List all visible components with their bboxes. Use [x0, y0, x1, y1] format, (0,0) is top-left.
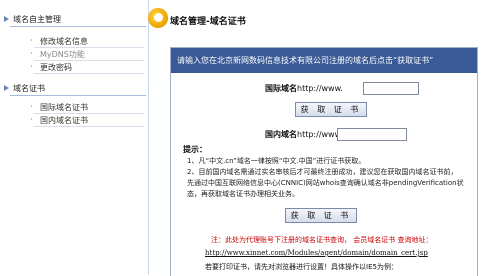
item-separator: [34, 73, 144, 74]
sidebar-section-label: 域名证书: [13, 84, 45, 93]
item-separator: [34, 126, 144, 127]
intl-domain-label-text: 国际域名: [265, 84, 297, 93]
arrow-right-icon: [4, 85, 9, 91]
item-separator: [34, 47, 144, 48]
tips-heading: 提示：: [183, 145, 207, 154]
intl-domain-label: 国际域名http://www.: [265, 83, 343, 94]
sidebar-divider: [148, 0, 149, 275]
logo-inner: [154, 13, 163, 22]
sidebar-item-label: 更改密码: [40, 63, 72, 72]
bullet-icon: ·: [30, 49, 33, 58]
section-underline: [10, 26, 146, 27]
tip-line: 2、目前国内域名需通过实名审核后才可最终注册成功，建议您在获取国内域名证书前，: [187, 168, 458, 176]
item-separator: [34, 60, 144, 61]
get-cn-certificate-button[interactable]: 获 取 证 书: [285, 208, 357, 223]
sidebar-item-cn-certificate[interactable]: · 国内域名证书: [30, 115, 88, 126]
sidebar-section-domain-management[interactable]: 域名自主管理: [2, 13, 146, 27]
agent-notice-text: 注：此处为代理账号下注册的域名证书查询， 会员域名证书 查询地址：: [211, 236, 433, 244]
intl-domain-prefix: http://www.: [297, 84, 343, 93]
sidebar-item-modify-domain-info[interactable]: · 修改域名信息: [30, 36, 88, 47]
bullet-icon: ·: [30, 62, 33, 71]
item-separator: [34, 113, 144, 114]
instruction-banner: 请输入您在北京新网数码信息技术有限公司注册的域名后点击“获取证书”: [171, 48, 477, 73]
sidebar-item-label: MyDNS功能: [40, 50, 85, 59]
sidebar-item-change-password[interactable]: · 更改密码: [30, 62, 72, 73]
banner-text: 请输入您在北京新网数码信息技术有限公司注册的域名后点击“获取证书”: [177, 56, 434, 65]
sidebar-item-mydns[interactable]: · MyDNS功能: [30, 49, 85, 60]
intl-domain-input[interactable]: [363, 82, 419, 95]
sidebar: 域名自主管理 · 修改域名信息 · MyDNS功能 · 更改密码 域名证书 · …: [0, 0, 149, 275]
sidebar-item-intl-certificate[interactable]: · 国际域名证书: [30, 102, 88, 113]
sidebar-section-label: 域名自主管理: [13, 15, 61, 24]
print-instruction-text: 若要打印证书，请先对浏览器进行设置！具体操作以IE5为例：: [205, 263, 398, 271]
certificate-panel: 请输入您在北京新网数码信息技术有限公司注册的域名后点击“获取证书” 国际域名ht…: [170, 47, 478, 276]
member-certificate-link[interactable]: http://www.xinnet.com/Modules/agent/doma…: [205, 249, 428, 257]
sidebar-section-domain-certificate[interactable]: 域名证书: [2, 82, 146, 96]
get-intl-certificate-button[interactable]: 获 取 证 书: [295, 102, 367, 117]
tip-line: 态，再获取域名证书办理相关业务。: [187, 190, 299, 198]
cn-domain-label: 国内域名http://www.: [265, 129, 343, 140]
cn-domain-label-text: 国内域名: [265, 130, 297, 139]
page-title: 域名管理-域名证书: [170, 17, 246, 27]
sidebar-item-label: 修改域名信息: [40, 37, 88, 46]
section-underline: [10, 95, 146, 96]
sidebar-item-label: 国际域名证书: [40, 103, 88, 112]
bullet-icon: ·: [30, 102, 33, 111]
sidebar-item-label: 国内域名证书: [40, 116, 88, 125]
tip-line: 先通过中国互联网络信息中心(CNNIC)网站whois查询确认域名非pendin…: [187, 179, 464, 187]
arrow-right-icon: [4, 16, 9, 22]
tip-line: 1、凡“中文.cn”域名一律按照“中文.中国”进行证书获取。: [187, 157, 366, 165]
bullet-icon: ·: [30, 36, 33, 45]
cn-domain-input[interactable]: [337, 128, 407, 141]
bullet-icon: ·: [30, 115, 33, 124]
